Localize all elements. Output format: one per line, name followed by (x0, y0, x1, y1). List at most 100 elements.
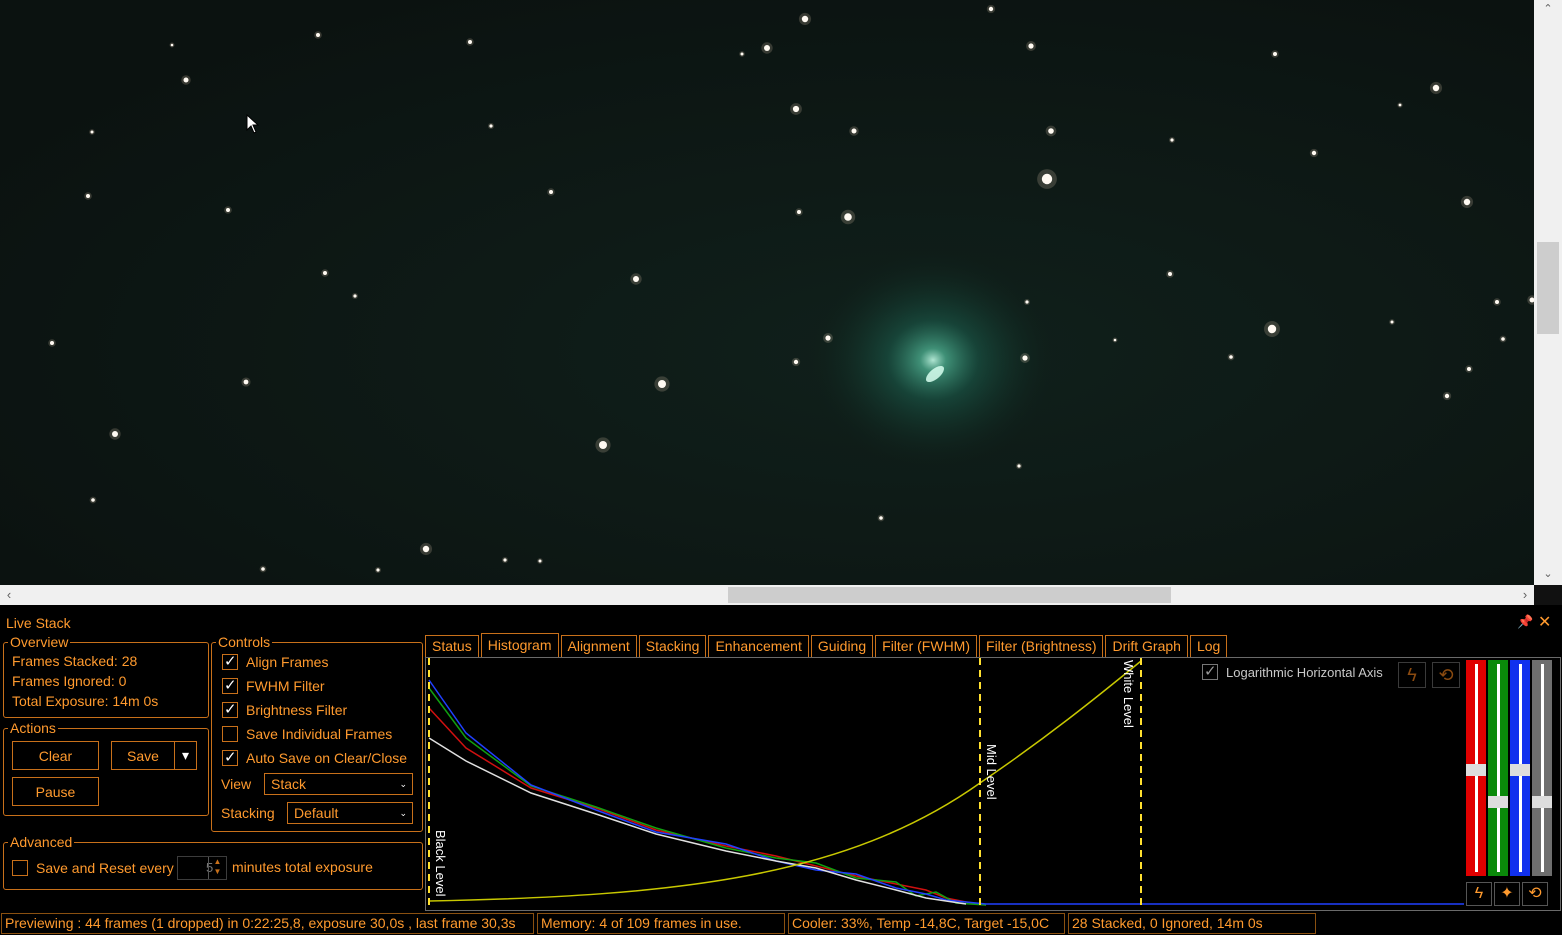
tab-drift-graph[interactable]: Drift Graph (1105, 635, 1188, 657)
tab-alignment[interactable]: Alignment (560, 635, 637, 657)
green-channel-slider[interactable] (1488, 660, 1508, 876)
advanced-group: Advanced Save and Reset every 5 ▲ ▼ minut… (3, 834, 423, 890)
overview-legend: Overview (8, 634, 71, 650)
auto-save-label: Auto Save on Clear/Close (246, 750, 408, 766)
checkbox-checked-icon (222, 676, 238, 694)
star (1017, 464, 1021, 468)
star (1463, 198, 1471, 206)
star (1168, 272, 1172, 276)
star (1028, 43, 1034, 49)
stacked-image-view[interactable] (0, 0, 1534, 585)
star (90, 130, 94, 134)
star (422, 545, 430, 553)
previewing-status: Previewing : 44 frames (1 dropped) in 0:… (1, 913, 534, 934)
star (1390, 320, 1394, 324)
luminance-slider[interactable] (1532, 660, 1552, 876)
star (243, 379, 249, 385)
star (1267, 324, 1277, 334)
tab-enhancement[interactable]: Enhancement (708, 635, 809, 657)
save-individual-frames-checkbox[interactable]: Save Individual Frames (222, 726, 392, 742)
star-field-image (0, 0, 1534, 585)
checkbox-unchecked-icon (222, 726, 238, 742)
star (183, 77, 189, 83)
blue-channel-slider[interactable] (1510, 660, 1530, 876)
star (1311, 150, 1317, 156)
fwhm-filter-checkbox[interactable]: FWHM Filter (222, 676, 325, 694)
log-axis-label: Logarithmic Horizontal Axis (1226, 664, 1383, 680)
star (1501, 337, 1505, 341)
star (801, 15, 809, 23)
pin-icon[interactable]: 📌 (1517, 614, 1533, 630)
star (226, 208, 230, 212)
star (1022, 355, 1028, 361)
star (50, 341, 54, 345)
brightness-filter-checkbox[interactable]: Brightness Filter (222, 700, 348, 718)
auto-stretch-channels-icon[interactable]: ϟ (1466, 882, 1492, 906)
vertical-scroll-thumb[interactable] (1537, 242, 1559, 334)
brightness-filter-label: Brightness Filter (246, 702, 348, 718)
controls-group: Controls Align Frames FWHM Filter Bright… (211, 634, 423, 832)
star (1495, 300, 1499, 304)
save-and-reset-checkbox[interactable]: Save and Reset every (12, 860, 174, 876)
frames-ignored: Frames Ignored: 0 (12, 673, 127, 689)
tab-log[interactable]: Log (1189, 635, 1228, 657)
star (468, 40, 472, 44)
tab-stacking[interactable]: Stacking (638, 635, 707, 657)
star (825, 335, 831, 341)
scroll-up-icon[interactable]: ⌃ (1534, 0, 1562, 18)
controls-legend: Controls (216, 634, 273, 650)
checkbox-checked-icon (222, 748, 238, 766)
actions-group: Actions Clear Save ▾ Pause (3, 720, 209, 816)
live-stack-panel: Live Stack 📌 ✕ Overview Frames Stacked: … (0, 605, 1562, 911)
transfer-curve (428, 660, 1142, 902)
star (170, 43, 174, 47)
tab-bar: Status Histogram Alignment Stacking Enhancem… (425, 633, 1229, 657)
tab-guiding[interactable]: Guiding (810, 635, 874, 657)
view-select-value: Stack (271, 776, 307, 792)
star (91, 498, 95, 502)
star (792, 105, 800, 113)
horizontal-scroll-thumb[interactable] (728, 587, 1171, 603)
star (261, 567, 265, 571)
star (86, 194, 90, 198)
star-icon[interactable]: ✦ (1494, 882, 1520, 906)
auto-save-checkbox[interactable]: Auto Save on Clear/Close (222, 748, 408, 766)
vertical-scrollbar[interactable]: ⌃ ⌄ (1534, 0, 1562, 585)
close-icon[interactable]: ✕ (1538, 612, 1551, 632)
histogram-blue-curve (428, 679, 1464, 905)
panel-title: Live Stack (6, 615, 71, 631)
minutes-stepper[interactable]: 5 ▲ ▼ (177, 856, 227, 880)
histogram-green-curve (428, 687, 987, 906)
channel-sliders: ϟ ✦ ⟲ (1464, 658, 1560, 910)
pause-button[interactable]: Pause (12, 777, 99, 806)
scroll-left-icon[interactable]: ‹ (0, 585, 18, 605)
reset-channels-icon[interactable]: ⟲ (1522, 882, 1548, 906)
star (658, 380, 666, 388)
save-button[interactable]: Save (111, 741, 175, 770)
star (599, 441, 607, 449)
overview-group: Overview Frames Stacked: 28 Frames Ignor… (3, 634, 209, 718)
histogram-view[interactable]: Black Level Mid Level White Level Logari… (425, 657, 1561, 911)
auto-stretch-icon[interactable]: ϟ (1398, 662, 1426, 688)
tab-filter-fwhm[interactable]: Filter (FWHM) (875, 635, 978, 657)
reset-icon[interactable]: ⟲ (1432, 662, 1460, 688)
horizontal-scrollbar[interactable]: ‹ › (0, 585, 1534, 605)
tab-histogram[interactable]: Histogram (480, 633, 559, 657)
scroll-right-icon[interactable]: › (1516, 585, 1534, 605)
frames-stacked: Frames Stacked: 28 (12, 653, 138, 669)
spinner-arrows-icon[interactable]: ▲ ▼ (208, 857, 226, 879)
star (793, 359, 799, 365)
red-channel-slider[interactable] (1466, 660, 1486, 876)
view-select[interactable]: Stack ⌄ (264, 773, 413, 795)
tab-status[interactable]: Status (425, 635, 479, 657)
tab-filter-brightness[interactable]: Filter (Brightness) (979, 635, 1104, 657)
histogram-luminance-curve (428, 737, 967, 905)
save-dropdown-button[interactable]: ▾ (174, 741, 197, 770)
clear-button[interactable]: Clear (12, 741, 99, 770)
align-frames-checkbox[interactable]: Align Frames (222, 652, 328, 670)
star (1170, 138, 1174, 142)
scroll-down-icon[interactable]: ⌄ (1534, 565, 1562, 583)
white-level-label: White Level (1121, 660, 1136, 728)
stacking-select[interactable]: Default ⌄ (287, 802, 413, 824)
log-horizontal-axis-checkbox[interactable]: Logarithmic Horizontal Axis (1202, 662, 1383, 680)
